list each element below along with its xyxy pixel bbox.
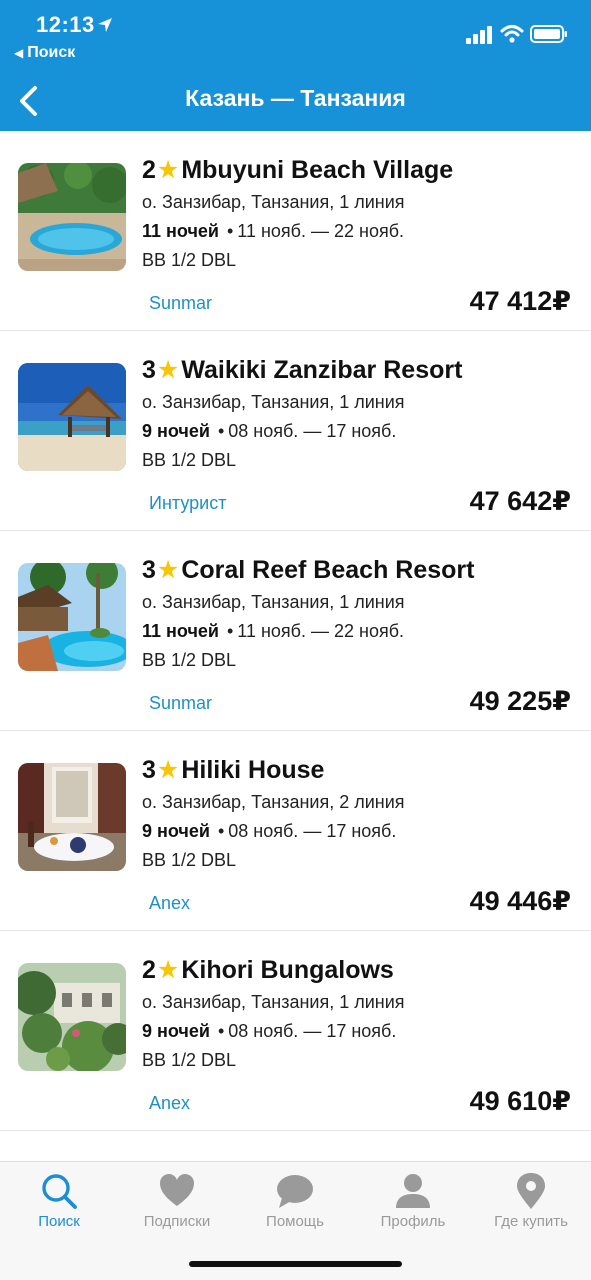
date-range: 08 нояб. — 17 нояб. (228, 821, 397, 841)
tab-label: Подписки (143, 1213, 211, 1230)
date-range: 08 нояб. — 17 нояб. (228, 421, 397, 441)
nav-header: 12:13 ◀ Поиск Казань — Танзания (0, 0, 591, 131)
trip-dates: 9 ночей • 08 нояб. — 17 нояб. (142, 821, 396, 842)
trip-dates: 11 ночей • 11 нояб. — 22 нояб. (142, 621, 404, 642)
back-app-label: Поиск (27, 44, 76, 61)
tour-price: 47 412₽ (469, 286, 571, 316)
date-range: 11 нояб. — 22 нояб. (237, 221, 405, 241)
tab-subscriptions[interactable]: Подписки (118, 1162, 236, 1242)
hotel-stars: 3 (142, 756, 156, 784)
hotel-title: 3★Coral Reef Beach Resort (142, 555, 474, 585)
hotel-name: Hiliki House (181, 756, 325, 784)
star-icon: ★ (156, 356, 180, 384)
room-type: BB 1/2 DBL (142, 650, 237, 670)
back-triangle-icon: ◀ (14, 46, 24, 60)
hotel-list: 2★Mbuyuni Beach Village о. Занзибар, Тан… (0, 131, 591, 1131)
tab-where-to-buy[interactable]: Где купить (472, 1162, 590, 1242)
page-title: Казань — Танзания (185, 85, 406, 111)
map-pin-icon (517, 1173, 545, 1209)
star-icon: ★ (156, 956, 180, 984)
nights-count: 9 ночей (142, 421, 210, 441)
separator-dot: • (217, 1021, 225, 1041)
status-bar: 12:13 ◀ Поиск (0, 0, 591, 70)
location-arrow-icon (98, 18, 112, 32)
nights-count: 9 ночей (142, 1021, 210, 1041)
cellular-signal-icon (466, 26, 492, 44)
room-type: BB 1/2 DBL (142, 250, 237, 270)
hotel-stars: 3 (142, 556, 156, 584)
hotel-title: 2★Mbuyuni Beach Village (142, 155, 453, 185)
hotel-name: Mbuyuni Beach Village (181, 156, 454, 184)
hotel-stars: 2 (142, 956, 156, 984)
separator-dot: • (226, 621, 234, 641)
tab-help[interactable]: Помощь (236, 1162, 354, 1242)
hotel-photo (18, 163, 126, 271)
hotel-title: 2★Kihori Bungalows (142, 955, 394, 985)
room-type: BB 1/2 DBL (142, 850, 237, 870)
hotel-card[interactable]: 3★Coral Reef Beach Resort о. Занзибар, Т… (0, 531, 591, 731)
tab-profile[interactable]: Профиль (354, 1162, 472, 1242)
star-icon: ★ (156, 756, 180, 784)
hotel-photo (18, 763, 126, 871)
hotel-photo (18, 963, 126, 1071)
status-time: 12:13 (36, 12, 95, 37)
hotel-card[interactable]: 3★Hiliki House о. Занзибар, Танзания, 2 … (0, 731, 591, 931)
hotel-location: о. Занзибар, Танзания, 1 линия (142, 592, 405, 612)
search-icon (42, 1174, 77, 1209)
hotel-card[interactable]: 3★Waikiki Zanzibar Resort о. Занзибар, Т… (0, 331, 591, 531)
trip-dates: 9 ночей • 08 нояб. — 17 нояб. (142, 1021, 396, 1042)
hotel-stars: 3 (142, 356, 156, 384)
hotel-name: Waikiki Zanzibar Resort (181, 356, 463, 384)
tour-price: 49 225₽ (469, 686, 571, 716)
hotel-stars: 2 (142, 156, 156, 184)
date-range: 11 нояб. — 22 нояб. (237, 621, 405, 641)
tour-price: 49 610₽ (469, 1086, 571, 1116)
heart-icon (160, 1174, 194, 1206)
room-type: BB 1/2 DBL (142, 450, 237, 470)
hotel-location: о. Занзибар, Танзания, 1 линия (142, 992, 405, 1012)
tab-label: Профиль (380, 1213, 446, 1230)
chat-bubble-icon (277, 1175, 313, 1208)
back-to-app-link[interactable]: ◀ Поиск (14, 44, 75, 62)
nights-count: 9 ночей (142, 821, 210, 841)
hotel-name: Coral Reef Beach Resort (181, 556, 475, 584)
date-range: 08 нояб. — 17 нояб. (228, 1021, 397, 1041)
star-icon: ★ (156, 556, 180, 584)
tour-price: 49 446₽ (469, 886, 571, 916)
wifi-icon (500, 25, 524, 43)
tab-search[interactable]: Поиск (0, 1162, 118, 1242)
tab-label: Помощь (266, 1213, 324, 1230)
hotel-title: 3★Waikiki Zanzibar Resort (142, 355, 462, 385)
tour-operator: Sunmar (149, 693, 213, 713)
tour-operator: Anex (149, 1093, 191, 1113)
nights-count: 11 ночей (142, 621, 219, 641)
tab-label: Поиск (38, 1213, 80, 1230)
home-indicator[interactable] (189, 1261, 402, 1267)
room-type: BB 1/2 DBL (142, 1050, 237, 1070)
separator-dot: • (226, 221, 234, 241)
tour-operator: Интурист (149, 493, 227, 513)
person-icon (396, 1174, 430, 1208)
hotel-title: 3★Hiliki House (142, 755, 324, 785)
hotel-card[interactable]: 2★Kihori Bungalows о. Занзибар, Танзания… (0, 931, 591, 1131)
hotel-name: Kihori Bungalows (181, 956, 394, 984)
tab-label: Где купить (494, 1213, 568, 1230)
hotel-location: о. Занзибар, Танзания, 1 линия (142, 192, 405, 212)
star-icon: ★ (156, 156, 180, 184)
hotel-photo (18, 363, 126, 471)
hotel-photo (18, 563, 126, 671)
hotel-location: о. Занзибар, Танзания, 2 линия (142, 792, 405, 812)
trip-dates: 9 ночей • 08 нояб. — 17 нояб. (142, 421, 396, 442)
hotel-location: о. Занзибар, Танзания, 1 линия (142, 392, 405, 412)
battery-icon (530, 25, 567, 43)
tour-operator: Sunmar (149, 293, 213, 313)
hotel-card[interactable]: 2★Mbuyuni Beach Village о. Занзибар, Тан… (0, 131, 591, 331)
tour-operator: Anex (149, 893, 191, 913)
trip-dates: 11 ночей • 11 нояб. — 22 нояб. (142, 221, 404, 242)
separator-dot: • (217, 421, 225, 441)
separator-dot: • (217, 821, 225, 841)
nights-count: 11 ночей (142, 221, 219, 241)
tour-price: 47 642₽ (469, 486, 571, 516)
